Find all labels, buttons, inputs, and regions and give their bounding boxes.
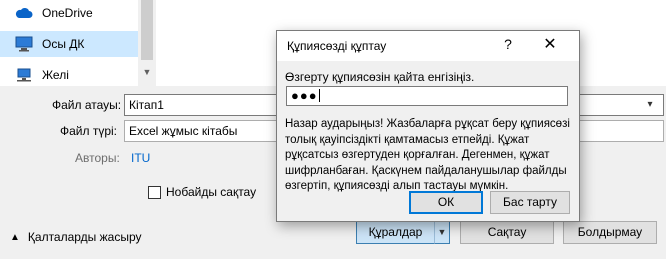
confirm-password-dialog: Құпиясөзді құптау ? ✕ Өзгерту құпиясөзін… — [276, 30, 580, 222]
dialog-cancel-button[interactable]: Бас тарту — [490, 191, 570, 214]
help-icon[interactable]: ? — [501, 36, 515, 54]
nav-item-this-pc[interactable]: Осы ДК — [0, 31, 138, 57]
save-button[interactable]: Сақтау — [460, 221, 554, 244]
cloud-icon — [14, 4, 34, 22]
dialog-titlebar[interactable]: Құпиясөзді құптау ? ✕ — [277, 31, 579, 61]
password-warning-text: Назар аударыңыз! Жазбаларға рұқсат беру … — [285, 118, 570, 192]
nav-item-network[interactable]: Желі — [0, 62, 138, 88]
authors-label: Авторы: — [75, 151, 120, 165]
scrollbar-thumb[interactable] — [141, 0, 153, 60]
nav-item-onedrive[interactable]: OneDrive — [0, 0, 138, 26]
save-thumbnail-label[interactable]: Нобайды сақтау — [166, 185, 256, 199]
hide-folders-toggle[interactable]: ▲ Қалталарды жасыру — [10, 230, 142, 244]
tools-dropdown-icon[interactable]: ▼ — [434, 221, 450, 244]
password-input[interactable]: ●●● — [286, 86, 568, 106]
cancel-button[interactable]: Болдырмау — [563, 221, 657, 244]
password-prompt: Өзгерту құпиясөзін қайта енгізіңіз. — [285, 70, 475, 84]
filename-label: Файл атауы: — [52, 98, 122, 112]
authors-value[interactable]: ITU — [131, 151, 150, 165]
tools-button[interactable]: Құралдар — [356, 221, 435, 244]
nav-scrollbar[interactable]: ▼ — [138, 0, 156, 86]
computer-icon — [14, 35, 34, 53]
save-thumbnail-checkbox[interactable] — [148, 186, 161, 199]
navigation-pane: OneDrive Осы ДК Желі — [0, 0, 138, 86]
close-icon[interactable]: ✕ — [541, 36, 559, 54]
network-icon — [14, 66, 34, 84]
dialog-title: Құпиясөзді құптау — [287, 39, 387, 53]
ok-button[interactable]: ОК — [409, 191, 483, 214]
hide-folders-label: Қалталарды жасыру — [27, 230, 142, 244]
nav-item-label: OneDrive — [42, 6, 93, 20]
scroll-down-arrow-icon[interactable]: ▼ — [141, 66, 153, 78]
nav-item-label: Осы ДК — [42, 37, 85, 51]
chevron-down-icon[interactable]: ▾ — [643, 98, 657, 112]
nav-item-label: Желі — [42, 68, 69, 82]
chevron-up-icon: ▲ — [10, 231, 20, 243]
text-caret — [318, 89, 320, 102]
filetype-label: Файл түрі: — [60, 124, 118, 138]
password-mask: ●●● — [291, 88, 318, 103]
